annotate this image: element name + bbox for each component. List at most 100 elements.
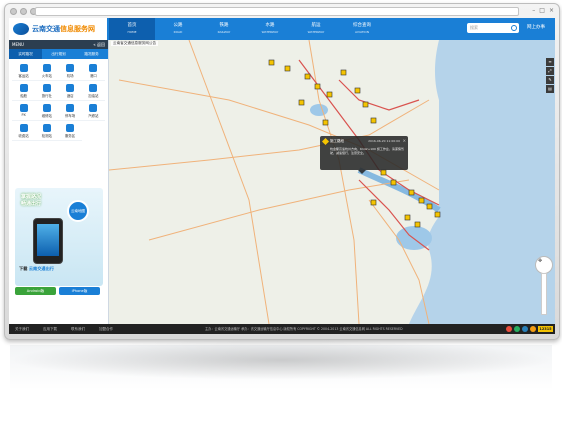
ship-icon <box>19 83 28 92</box>
menu-toggle-button[interactable]: « 返回 <box>93 40 105 49</box>
rss-icon[interactable] <box>530 326 536 332</box>
footer-link[interactable]: 关于我们 <box>15 324 29 334</box>
tab-shipping[interactable]: 航运 WATERWAY <box>293 18 339 40</box>
iphone-download-button[interactable]: iPhone版 <box>59 287 100 295</box>
sidebar-tab-realtime[interactable]: 实时路况 <box>9 49 42 59</box>
sidebar-tab-plan[interactable]: 出行规划 <box>42 49 75 59</box>
popup-title: 施工路段 <box>330 139 344 143</box>
tab-label-en: RAILWAY <box>217 30 231 34</box>
poi-label: 汽修站 <box>88 113 99 118</box>
poi-label: 检测站 <box>41 133 52 138</box>
map-badge-icon: 云南地图 <box>67 200 89 222</box>
layers-icon[interactable]: ≡ <box>546 58 554 66</box>
window-buttons: – □ × <box>532 6 554 15</box>
top-nav-bar: 云南交通信息服务网 首页 HOME 公路 ROAD 铁路 RAILWAY 水路 WATE… <box>9 18 555 40</box>
browser-window: – □ × 云南交通信息服务网 首页 HOME 公路 ROAD 铁路 RAILWAY … <box>4 3 560 340</box>
weibo-icon[interactable] <box>506 326 512 332</box>
promo-download-prefix: 下载 <box>19 266 28 271</box>
poi-item[interactable]: 汽修站 <box>81 101 105 121</box>
promo-slogan-line: 畅通出行 <box>21 201 42 207</box>
hotel-icon <box>66 83 75 92</box>
menu-label: MENU <box>12 42 24 47</box>
poi-label: 船舶 <box>20 93 28 98</box>
poi-item[interactable]: 检测站 <box>35 121 59 141</box>
tab-waterway[interactable]: 水路 WATERWAY <box>247 18 293 40</box>
repair-icon <box>42 103 51 112</box>
footer-copyright: 主办：云南省交通运输厅 承办：省交通运输厅信息中心 版权所有 COPYRIGHT… <box>205 327 403 331</box>
poi-item[interactable]: 旅行社 <box>35 81 59 101</box>
tab-aviation[interactable]: 综合查询 AVIATION <box>339 18 385 40</box>
tab-label-en: WATERWAY <box>307 30 325 34</box>
port-icon <box>89 63 98 72</box>
web-page: 云南交通信息服务网 首页 HOME 公路 ROAD 铁路 RAILWAY 水路 WATE… <box>9 18 555 334</box>
promo-app-name: 云南交通出行 <box>28 266 54 271</box>
tab-road[interactable]: 公路 ROAD <box>155 18 201 40</box>
footer-link[interactable]: 加盟合作 <box>99 324 113 334</box>
poi-item[interactable]: 维修站 <box>35 101 59 121</box>
browser-chrome: – □ × <box>5 4 559 18</box>
site-logo[interactable]: 云南交通信息服务网 <box>9 18 107 40</box>
phone-screen <box>37 224 59 256</box>
bus-icon <box>19 63 28 72</box>
poi-label: 酒店 <box>66 93 74 98</box>
poi-label: 客运站 <box>18 73 29 78</box>
poi-item[interactable]: PX <box>12 101 36 121</box>
measure-icon[interactable]: ✎ <box>546 76 554 84</box>
close-dot-icon[interactable] <box>10 8 17 15</box>
search-icon[interactable] <box>511 25 517 31</box>
close-icon[interactable]: × <box>549 6 554 15</box>
logo-subtitle: 信息服务网 <box>60 25 95 33</box>
complaint-badge[interactable]: 12315 <box>538 326 553 332</box>
tab-railway[interactable]: 铁路 RAILWAY <box>201 18 247 40</box>
poi-label: 停车场 <box>65 113 76 118</box>
sidebar: MENU « 返回 实时路况 出行规划 路况服务 客运站 火车站 机场 港口船舶 旅行社… <box>9 40 109 324</box>
sidebar-tabs: 实时路况 出行规划 路况服务 <box>9 49 108 59</box>
print-icon[interactable]: ▤ <box>546 85 554 93</box>
address-bar[interactable] <box>35 7 519 16</box>
minimize-dot-icon[interactable] <box>20 8 27 15</box>
footer-link[interactable]: 应用下载 <box>43 324 57 334</box>
poi-item[interactable]: 加油站 <box>81 81 105 101</box>
poi-label: 港口 <box>89 73 97 78</box>
promo-download-text: 下载 云南交通出行 <box>19 266 54 272</box>
search-input[interactable]: 搜索 <box>467 23 519 33</box>
tab-label-en: WATERWAY <box>261 30 279 34</box>
android-download-button[interactable]: Android版 <box>15 287 56 295</box>
footer-bar: 关于我们 应用下载 联系我们 加盟合作 主办：云南省交通运输厅 承办：省交通运输… <box>9 324 555 334</box>
poi-item[interactable]: 收费站 <box>12 121 36 141</box>
poi-item[interactable]: 酒店 <box>58 81 82 101</box>
promo-slogan: 掌握路况 畅通出行 <box>21 194 41 208</box>
restore-icon[interactable]: □ <box>539 6 545 15</box>
footer-link[interactable]: 联系我们 <box>71 324 85 334</box>
close-icon[interactable]: × <box>403 138 406 143</box>
sidebar-tab-service[interactable]: 路况服务 <box>75 49 108 59</box>
poi-item[interactable]: 服务区 <box>58 121 82 141</box>
qq-icon[interactable] <box>522 326 528 332</box>
footer-icons <box>506 326 536 332</box>
poi-item[interactable]: 火车站 <box>35 61 59 81</box>
inspect-icon <box>42 123 51 132</box>
poi-label: 旅行社 <box>41 93 52 98</box>
poi-label: 机场 <box>66 73 74 78</box>
search-placeholder: 搜索 <box>470 25 478 30</box>
poi-label: 加油站 <box>88 93 99 98</box>
tab-label-en: AVIATION <box>355 30 369 34</box>
tab-home[interactable]: 首页 HOME <box>109 18 155 40</box>
poi-item[interactable]: 机场 <box>58 61 82 81</box>
minimize-icon[interactable]: – <box>532 6 535 15</box>
poi-item[interactable]: 客运站 <box>12 61 36 81</box>
wechat-icon[interactable] <box>514 326 520 332</box>
fuel-icon <box>89 83 98 92</box>
incident-popup[interactable]: 施工路段 2016-06-20 11:00:00 × 杭金衢高速杭州方向，K14… <box>320 136 408 174</box>
app-promo-banner[interactable]: 掌握路况 畅通出行 云南地图 下载 云南交通出行 <box>15 188 103 286</box>
popup-time: 2016-06-20 11:00:00 <box>368 139 400 143</box>
poi-item[interactable]: 港口 <box>81 61 105 81</box>
fullscreen-icon[interactable]: ⤢ <box>546 67 554 75</box>
poi-item[interactable]: 停车场 <box>58 101 82 121</box>
tab-label-en: ROAD <box>173 30 183 34</box>
map-view[interactable]: 云南省交通信息服务网公告 施工路段 2016-06-20 11:00:00 × … <box>109 40 555 324</box>
online-service-link[interactable]: 网上办事 <box>527 24 545 30</box>
poi-label: 火车站 <box>41 73 52 78</box>
zoom-slider[interactable] <box>541 273 547 315</box>
poi-item[interactable]: 船舶 <box>12 81 36 101</box>
